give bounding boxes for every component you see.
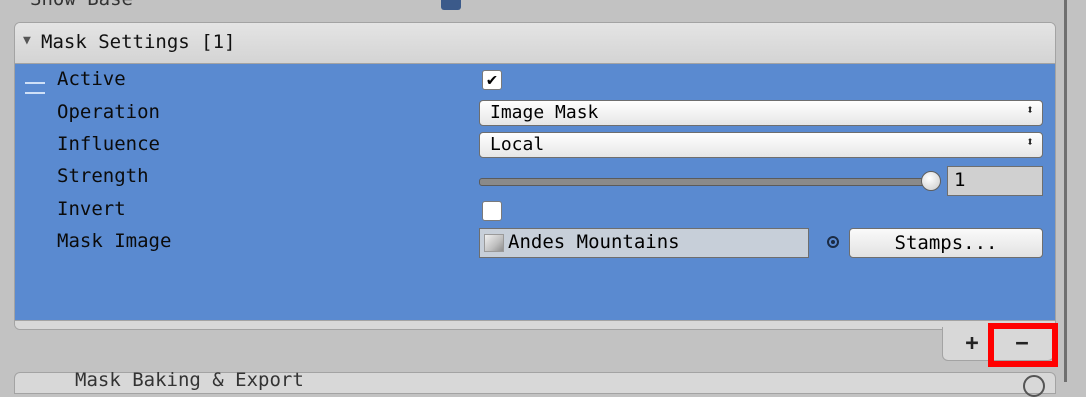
strength-number-field[interactable]: 1 <box>947 166 1043 196</box>
inspector-scroll-border <box>1064 0 1067 382</box>
active-checkbox[interactable]: ✔ <box>482 70 502 90</box>
object-picker-icon[interactable] <box>827 236 839 248</box>
active-label: Active <box>57 68 126 90</box>
strength-slider-thumb[interactable] <box>921 171 941 191</box>
dropdown-arrows-icon: ⬍ <box>1026 103 1034 118</box>
influence-label: Influence <box>57 133 160 155</box>
mask-baking-export-panel[interactable]: Mask Baking & Export <box>14 369 1056 397</box>
influence-value: Local <box>490 134 545 155</box>
show-base-label: Show Base <box>30 0 133 10</box>
strength-slider-track[interactable] <box>479 178 931 186</box>
show-base-toggle-icon[interactable] <box>441 0 461 10</box>
list-footer <box>15 320 1055 329</box>
remove-button-highlight <box>988 323 1058 367</box>
texture-thumbnail-icon <box>484 234 504 252</box>
strength-value: 1 <box>954 169 966 191</box>
previous-section-strip: Show Base <box>0 0 1086 14</box>
mask-list-item-selected[interactable]: Active ✔ Operation Image Mask ⬍ Influenc… <box>15 64 1055 320</box>
operation-label: Operation <box>57 101 160 123</box>
influence-dropdown[interactable]: Local ⬍ <box>479 132 1043 158</box>
mask-baking-export-title: Mask Baking & Export <box>75 369 304 391</box>
operation-dropdown[interactable]: Image Mask ⬍ <box>479 100 1043 126</box>
stamps-button[interactable]: Stamps... <box>849 228 1043 258</box>
strength-label: Strength <box>57 165 149 187</box>
mask-settings-header[interactable]: ▼ Mask Settings [1] <box>15 23 1055 64</box>
checkmark-icon: ✔ <box>486 70 498 90</box>
invert-checkbox[interactable] <box>482 201 502 221</box>
dropdown-arrows-icon: ⬍ <box>1026 135 1034 150</box>
mask-image-label: Mask Image <box>57 230 172 252</box>
invert-label: Invert <box>57 198 126 220</box>
mask-settings-panel: ▼ Mask Settings [1] Active ✔ Operation I… <box>14 22 1056 330</box>
mask-image-object-field[interactable]: Andes Mountains <box>479 228 809 258</box>
mask-image-value: Andes Mountains <box>508 231 680 253</box>
triangle-down-icon[interactable]: ▼ <box>23 33 31 48</box>
help-icon[interactable] <box>1023 375 1045 397</box>
drag-handle-icon[interactable] <box>25 82 45 94</box>
mask-settings-title: Mask Settings [1] <box>41 31 236 53</box>
operation-value: Image Mask <box>490 102 599 123</box>
